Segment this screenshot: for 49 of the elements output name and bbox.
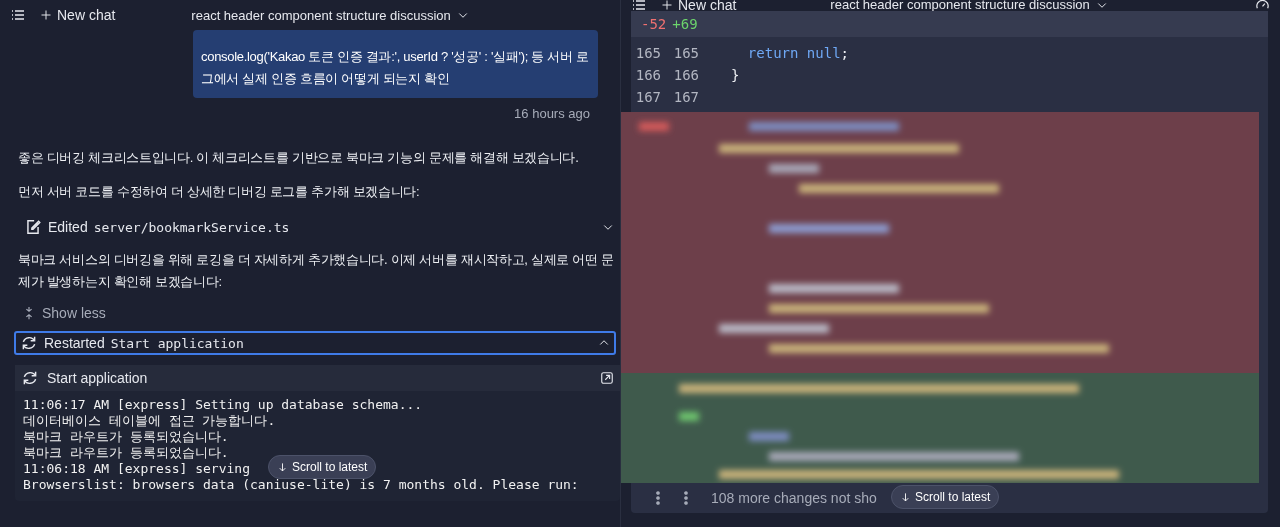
chat-title[interactable]: react header component structure discussion (830, 0, 1108, 12)
message-text: 좋은 디버깅 체크리스트입니다. 이 체크리스트를 기반으로 북마크 기능의 문제를 해결해 보겠습니다. (18, 149, 580, 167)
restart-row[interactable]: Restarted Start application (14, 331, 616, 355)
action-label: Edited (48, 219, 88, 235)
action-target: Start application (110, 335, 244, 351)
line-number: 165 (634, 45, 661, 61)
more-icon[interactable] (655, 490, 661, 506)
console-line: Browserslist: browsers data (caniuse-lite) is 7 months old. Please run: (23, 477, 579, 493)
line-number: 165 (672, 45, 699, 61)
removed-count: -52 (641, 16, 667, 32)
code-line: } (731, 67, 740, 83)
scroll-to-latest-button[interactable]: Scroll to latest (891, 485, 1000, 509)
new-chat-button[interactable]: New chat (661, 0, 737, 13)
console-title: Start application (47, 370, 148, 386)
code-line: return null; (746, 45, 849, 61)
message-text: 먼저 서버 코드를 수정하여 더 상세한 디버깅 로그를 추가해 보겠습니다: (18, 183, 421, 201)
line-number: 166 (634, 67, 661, 83)
line-number: 167 (634, 89, 661, 105)
line-number: 166 (672, 67, 699, 83)
arrow-down-icon (277, 461, 288, 473)
action-target: server/bookmarkService.ts (93, 219, 290, 235)
open-external-icon[interactable] (600, 371, 614, 385)
chevron-down-icon (1095, 0, 1108, 11)
refresh-icon (20, 334, 38, 352)
console-line: 북마크 라우트가 등록되었습니다. (23, 445, 229, 461)
console-line: 11:06:17 AM [express] Setting up database schema... (23, 397, 423, 413)
edit-file-icon (24, 218, 42, 236)
console-line: 북마크 라우트가 등록되었습니다. (23, 429, 229, 445)
new-chat-button[interactable]: New chat (40, 7, 116, 23)
show-less-button[interactable]: Show less (22, 305, 620, 321)
file-edit-row[interactable]: Edited server/bookmarkService.ts (18, 215, 620, 239)
menu-icon[interactable] (631, 0, 647, 13)
console-line: 데이터베이스 테이블에 접근 가능합니다. (23, 413, 276, 429)
arrow-down-icon (900, 491, 911, 503)
plus-icon (661, 0, 673, 11)
scroll-to-latest-button[interactable]: Scroll to latest (268, 455, 377, 479)
added-count: +69 (672, 16, 698, 32)
chat-title[interactable]: react header component structure discussion (191, 7, 469, 23)
refresh-icon (21, 369, 39, 387)
menu-icon[interactable] (10, 7, 26, 23)
action-label: Restarted (44, 335, 105, 351)
plus-icon (40, 9, 52, 21)
more-changes-text: 108 more changes not sho (711, 490, 877, 506)
user-message: console.log('Kakao 토큰 인증 결과:', userId ? '성공' : '실패'); 등 서버 로그에서 실제 인증 흐름이 어떻게 되는지 확인 (193, 30, 598, 98)
console-line: 11:06:18 AM [express] serving (23, 461, 250, 477)
message-time: 16 hours ago (513, 106, 591, 121)
more-icon[interactable] (683, 490, 689, 506)
message-text: 북마크 서비스의 디버깅을 위해 로깅을 더 자세하게 추가했습니다. 이제 서버를 재시작하고, 실제로 어떤 문제가 발생하는지 확인해 보겠습니다: (18, 251, 615, 291)
line-number: 167 (672, 89, 699, 105)
